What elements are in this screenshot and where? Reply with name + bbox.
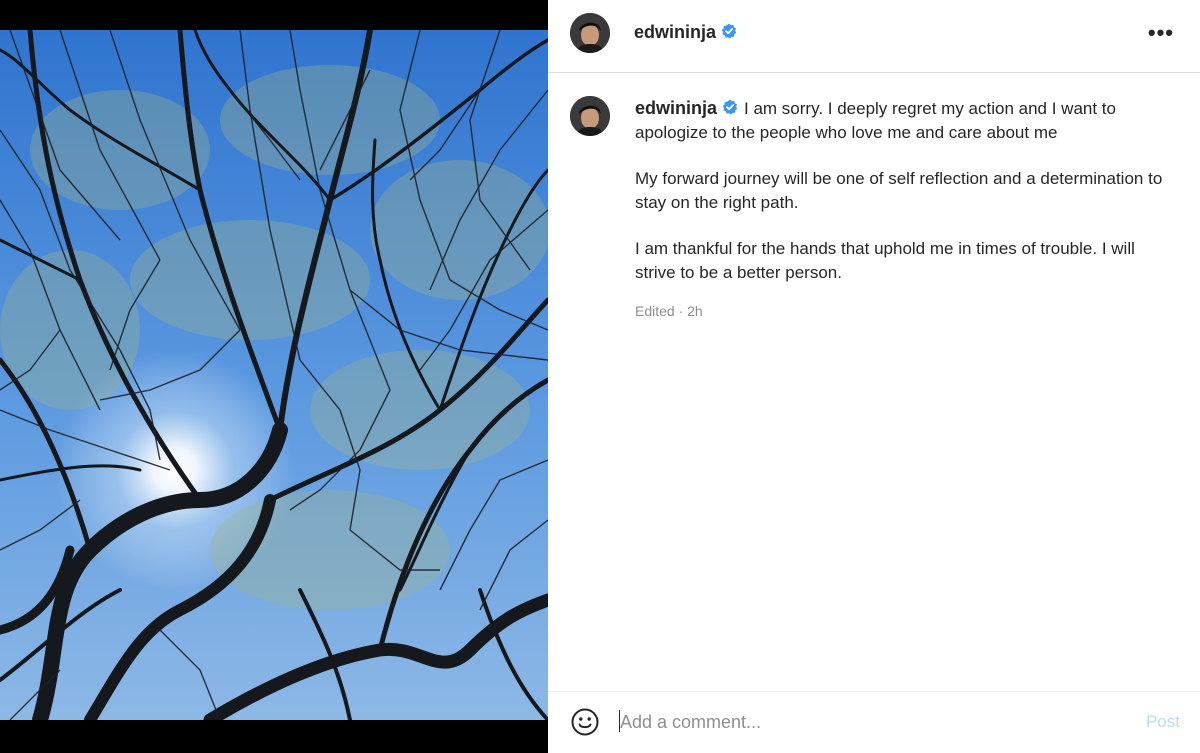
caption-text: edwininja I am sorry. I deeply regret my… bbox=[635, 96, 1175, 323]
caption-avatar[interactable] bbox=[570, 96, 610, 136]
profile-photo bbox=[570, 96, 610, 136]
post-photo[interactable] bbox=[0, 30, 548, 720]
post-media bbox=[0, 0, 548, 753]
caption-username[interactable]: edwininja bbox=[635, 98, 738, 118]
caption-paragraph: edwininja I am sorry. I deeply regret my… bbox=[635, 96, 1175, 145]
username-text[interactable]: edwininja bbox=[634, 22, 716, 42]
caption-paragraph: My forward journey will be one of self r… bbox=[635, 169, 1163, 212]
more-options-icon[interactable]: ••• bbox=[1148, 20, 1174, 46]
verified-badge-icon bbox=[721, 23, 737, 39]
verified-badge-icon bbox=[722, 99, 738, 115]
comment-bar: Post bbox=[548, 691, 1200, 753]
username-text[interactable]: edwininja bbox=[635, 98, 717, 118]
post-modal: edwininja ••• edwininja I am sorry. I de… bbox=[0, 0, 1200, 753]
post-author-username[interactable]: edwininja bbox=[634, 22, 737, 43]
comment-input[interactable] bbox=[620, 706, 1100, 738]
post-header: edwininja ••• bbox=[548, 0, 1200, 73]
emoji-smiley-icon[interactable] bbox=[570, 707, 600, 737]
post-comment-button[interactable]: Post bbox=[1146, 712, 1180, 732]
avatar[interactable] bbox=[570, 13, 610, 53]
caption-paragraph: I am thankful for the hands that uphold … bbox=[635, 239, 1135, 282]
post-details-panel: edwininja ••• edwininja I am sorry. I de… bbox=[548, 0, 1200, 753]
post-timestamp: Edited · 2h bbox=[635, 303, 703, 319]
profile-photo bbox=[570, 13, 610, 53]
tree-sky-photo bbox=[0, 30, 548, 720]
